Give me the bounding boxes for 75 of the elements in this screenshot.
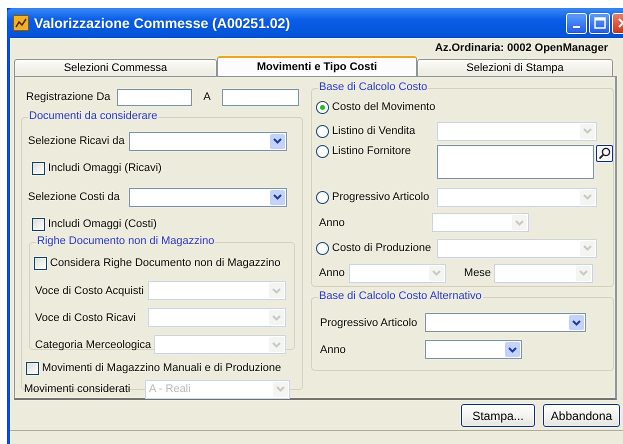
checkbox-label: Includi Omaggi (Costi)	[48, 218, 157, 230]
group-title: Base di Calcolo Costo	[318, 81, 428, 93]
checkbox-label: Includi Omaggi (Ricavi)	[48, 162, 162, 174]
group-title: Base di Calcolo Costo Alternativo	[318, 290, 483, 302]
chevron-down-icon	[269, 283, 284, 298]
checkbox[interactable]	[32, 162, 45, 174]
field-label: Mese	[464, 267, 492, 279]
chevron-down-icon	[580, 124, 596, 138]
chevron-down-icon	[505, 342, 520, 357]
checkbox[interactable]	[34, 256, 47, 270]
chevron-down-icon	[270, 190, 285, 204]
radio-label: Listino Fornitore	[332, 145, 412, 157]
dialog-button[interactable]: Abbandona	[543, 404, 620, 427]
field-label: Anno	[318, 267, 346, 279]
checkbox[interactable]	[32, 218, 45, 230]
tab[interactable]: Movimenti e Tipo Costi	[217, 56, 417, 76]
dropdown[interactable]	[432, 213, 530, 232]
maximize-icon	[594, 17, 606, 29]
minimize-button[interactable]	[566, 12, 587, 34]
dropdown[interactable]	[494, 264, 594, 282]
checkbox-label: Considera Righe Documento non di Magazzino	[50, 257, 281, 269]
chevron-down-icon	[512, 215, 528, 230]
tab[interactable]: Selezioni Commessa	[14, 59, 217, 76]
field-label: Voce di Costo Acquisti	[35, 284, 145, 296]
radio-button[interactable]	[316, 145, 330, 158]
checkbox[interactable]	[26, 362, 39, 374]
chevron-down-icon	[429, 266, 444, 280]
group-title: Righe Documento non di Magazzino	[36, 235, 216, 247]
field-label: Selezione Costi da	[28, 191, 121, 203]
field-label: Registrazione Da	[26, 91, 110, 103]
chevron-down-icon	[580, 240, 596, 256]
dropdown-value: A - Reali	[148, 383, 192, 395]
tab[interactable]: Selezioni di Stampa	[417, 59, 613, 76]
checkbox-label: Movimenti di Magazzino Manuali e di Produzione	[42, 362, 282, 374]
field-label: Movimenti considerati	[24, 383, 132, 395]
dropdown[interactable]	[425, 313, 586, 332]
dropdown[interactable]	[129, 132, 287, 150]
field-label: Selezione Ricavi da	[28, 135, 126, 147]
dropdown[interactable]	[425, 340, 522, 359]
window-title: Valorizzazione Commesse (A00251.02)	[34, 15, 292, 31]
chevron-down-icon	[269, 310, 284, 325]
chevron-down-icon	[270, 134, 285, 148]
dropdown[interactable]	[437, 188, 598, 206]
field-label: A	[203, 91, 211, 103]
field-label: Categoria Merceologica	[35, 338, 152, 350]
date-from-field[interactable]	[117, 88, 192, 106]
radio-label: Listino di Vendita	[332, 125, 416, 137]
chevron-down-icon	[576, 266, 592, 280]
radio-button[interactable]	[316, 124, 330, 138]
maximize-button[interactable]	[589, 12, 610, 34]
field-label: Anno	[320, 344, 347, 356]
chevron-down-icon	[569, 315, 584, 330]
radio-label: Costo di Produzione	[332, 242, 432, 254]
dropdown[interactable]	[437, 238, 598, 258]
dialog-button[interactable]: Stampa...	[461, 404, 535, 427]
group-title: Documenti da considerare	[28, 110, 158, 122]
chevron-down-icon	[269, 337, 284, 352]
radio-label: Progressivo Articolo	[332, 191, 430, 203]
app-icon	[13, 15, 29, 31]
field-label: Progressivo Articolo	[320, 316, 418, 328]
radio-button[interactable]	[316, 242, 330, 254]
field-label: Anno	[318, 216, 346, 228]
dropdown[interactable]	[129, 188, 287, 206]
radio-label: Costo del Movimento	[332, 101, 436, 113]
radio-button[interactable]	[316, 100, 330, 114]
company-label: Az.Ordinaria: 0002 OpenManager	[435, 42, 608, 54]
dropdown[interactable]	[437, 122, 598, 140]
chevron-down-icon	[580, 190, 596, 204]
radio-button[interactable]	[316, 190, 330, 204]
chevron-down-icon	[273, 382, 288, 396]
minimize-icon	[573, 26, 580, 28]
search-button[interactable]	[596, 145, 614, 162]
date-to-field[interactable]	[222, 88, 299, 106]
dropdown[interactable]	[349, 264, 446, 282]
field-label: Voce di Costo Ricavi	[35, 312, 137, 324]
